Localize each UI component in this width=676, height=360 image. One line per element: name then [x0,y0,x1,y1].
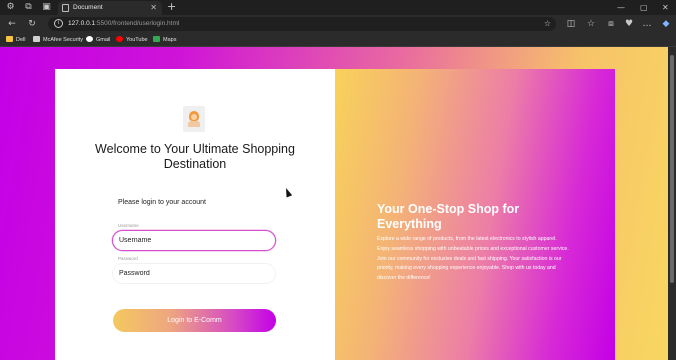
youtube-icon [116,36,123,42]
browser-tab-bar: ⚙ ⧉ ▣ Document ✕ + — ▢ ✕ [0,0,676,15]
favorite-star-icon[interactable]: ☆ [544,18,551,30]
password-input[interactable] [112,263,276,284]
minimize-icon[interactable]: — [617,0,625,15]
maximize-icon[interactable]: ▢ [640,0,648,15]
bookmark-dell[interactable]: Dell [6,35,25,45]
close-window-icon[interactable]: ✕ [662,0,669,15]
google-icon [86,36,93,42]
login-panel: Welcome to Your Ultimate Shopping Destin… [55,69,335,360]
promo-text: Explore a wide range of products, from t… [377,236,569,282]
split-screen-icon[interactable]: ◫ [565,18,577,30]
browser-toolbar: ← ↻ i 127.0.0.1:5500/frontend/userlogin.… [0,15,676,33]
browser-profile-icon[interactable]: ⚙ [5,2,16,13]
workspaces-icon[interactable]: ⧉ [23,2,34,13]
scrollbar-thumb[interactable] [670,55,674,283]
folder-icon [6,36,13,42]
maps-icon [153,36,160,42]
bookmarks-bar: Dell McAfee Security Gmail YouTube Maps [0,33,676,47]
site-info-icon[interactable]: i [54,19,63,28]
bookmark-maps[interactable]: Maps [153,35,176,45]
tab-title: Document [73,4,103,11]
bookmark-youtube[interactable]: YouTube [116,35,148,45]
username-label: Username [118,223,139,228]
refresh-icon[interactable]: ↻ [26,18,38,30]
welcome-heading: Welcome to Your Ultimate Shopping Destin… [95,142,295,171]
page-viewport: Welcome to Your Ultimate Shopping Destin… [0,47,676,360]
username-input[interactable] [112,230,276,251]
copilot-icon[interactable]: ◆ [660,18,672,30]
promo-panel: Your One-Stop Shop for Everything Explor… [335,69,615,360]
address-bar[interactable]: i 127.0.0.1:5500/frontend/userlogin.html… [48,17,556,31]
page-favicon-icon [62,4,69,12]
collections-icon[interactable]: ⧈ [605,18,617,30]
tab-actions-icon[interactable]: ▣ [41,2,52,13]
login-subheading: Please login to your account [118,199,206,206]
page-icon [33,36,40,42]
back-icon[interactable]: ← [6,18,18,30]
new-tab-icon[interactable]: + [167,0,176,14]
more-menu-icon[interactable]: … [641,18,653,30]
promo-title: Your One-Stop Shop for Everything [377,202,520,231]
login-card: Welcome to Your Ultimate Shopping Destin… [55,69,615,360]
tab-document[interactable]: Document ✕ [58,1,162,15]
page-scrollbar[interactable] [668,47,676,360]
password-label: Password [118,256,138,261]
bookmark-gmail[interactable]: Gmail [86,35,110,45]
url-text[interactable]: 127.0.0.1:5500/frontend/userlogin.html [68,19,179,29]
favorites-icon[interactable]: ☆ [585,18,597,30]
extensions-icon[interactable]: ♥ [623,18,635,30]
tab-close-icon[interactable]: ✕ [150,2,157,13]
login-button[interactable]: Login to E-Comm [113,309,276,332]
shop-logo-icon [183,106,205,132]
bookmark-mcafee[interactable]: McAfee Security [33,35,83,45]
